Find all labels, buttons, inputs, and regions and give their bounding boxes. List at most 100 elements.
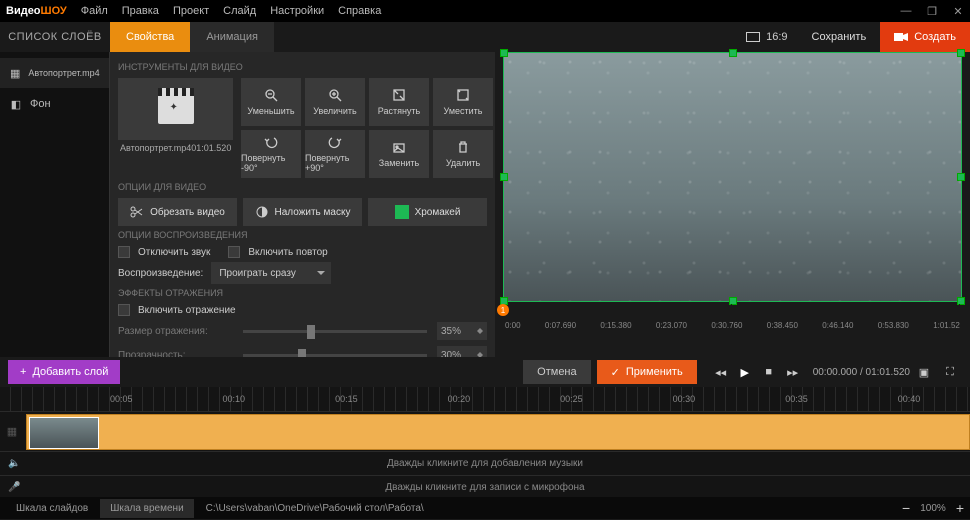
clip-thumb bbox=[29, 417, 99, 449]
mute-label: Отключить звук bbox=[138, 247, 210, 258]
zoom-out-icon bbox=[264, 88, 278, 102]
tick-label: 0:07.690 bbox=[545, 321, 576, 330]
rotate-left-button[interactable]: Повернуть -90° bbox=[241, 130, 301, 178]
fit-button[interactable]: Уместить bbox=[433, 78, 493, 126]
tab-time-scale[interactable]: Шкала времени bbox=[100, 499, 193, 518]
clip-name: Автопортрет.mp4 bbox=[120, 143, 191, 153]
app-logo: ВидеоШОУ bbox=[6, 5, 67, 17]
tab-animation[interactable]: Анимация bbox=[190, 22, 274, 52]
loop-checkbox[interactable] bbox=[228, 246, 240, 258]
tick-label: 0:38.450 bbox=[767, 321, 798, 330]
mute-checkbox[interactable] bbox=[118, 246, 130, 258]
preview-time-ruler[interactable]: 1 0:00 0:07.690 0:15.380 0:23.070 0:30.7… bbox=[503, 304, 962, 340]
aspect-label: 16:9 bbox=[766, 31, 787, 43]
save-button[interactable]: Сохранить bbox=[798, 22, 881, 52]
tick-label: 0:00 bbox=[505, 321, 521, 330]
ruler-label: 00:20 bbox=[448, 394, 471, 404]
preview-panel: 1 0:00 0:07.690 0:15.380 0:23.070 0:30.7… bbox=[495, 52, 970, 357]
add-layer-button[interactable]: +Добавить слой bbox=[8, 360, 120, 384]
clip-thumbnail bbox=[118, 78, 233, 140]
selection-handle[interactable] bbox=[729, 49, 737, 57]
stretch-icon bbox=[392, 88, 406, 102]
tick-label: 0:23.070 bbox=[656, 321, 687, 330]
opacity-slider[interactable] bbox=[243, 354, 427, 357]
project-path: C:\Users\vaban\OneDrive\Рабочий стол\Раб… bbox=[196, 503, 900, 514]
menu-settings[interactable]: Настройки bbox=[270, 5, 324, 17]
speaker-icon: 🔈 bbox=[8, 458, 20, 469]
video-track-icon: ▦ bbox=[0, 425, 24, 438]
preview-canvas[interactable] bbox=[503, 52, 962, 302]
cancel-button[interactable]: Отмена bbox=[523, 360, 590, 384]
section-tools-title: ИНСТРУМЕНТЫ ДЛЯ ВИДЕО bbox=[118, 62, 487, 72]
close-icon[interactable]: ✕ bbox=[952, 5, 964, 17]
ruler-label: 00:25 bbox=[560, 394, 583, 404]
aspect-ratio[interactable]: 16:9 bbox=[736, 22, 797, 52]
mask-button[interactable]: Наложить маску bbox=[243, 198, 362, 226]
rotate-left-icon bbox=[264, 135, 278, 149]
stretch-button[interactable]: Растянуть bbox=[369, 78, 429, 126]
section-playback-title: ОПЦИИ ВОСПРОИЗВЕДЕНИЯ bbox=[118, 230, 487, 240]
maximize-icon[interactable]: ❐ bbox=[926, 5, 938, 17]
zoom-in-icon bbox=[328, 88, 342, 102]
playback-label: Воспроизведение: bbox=[118, 268, 203, 279]
menubar: ВидеоШОУ Файл Правка Проект Слайд Настро… bbox=[0, 0, 970, 22]
menu-file[interactable]: Файл bbox=[81, 5, 108, 17]
tick-label: 0:15.380 bbox=[600, 321, 631, 330]
action-bar: +Добавить слой Отмена ✓Применить ◂◂ ▶ ■ … bbox=[0, 357, 970, 387]
tab-properties[interactable]: Свойства bbox=[110, 22, 190, 52]
snapshot-icon[interactable]: ▣ bbox=[916, 364, 932, 380]
menu-help[interactable]: Справка bbox=[338, 5, 381, 17]
playhead-marker[interactable]: 1 bbox=[497, 304, 509, 316]
selection-handle[interactable] bbox=[500, 173, 508, 181]
create-label: Создать bbox=[914, 31, 956, 43]
play-button[interactable]: ▶ bbox=[737, 364, 753, 380]
rotate-right-button[interactable]: Повернуть +90° bbox=[305, 130, 365, 178]
menu-project[interactable]: Проект bbox=[173, 5, 209, 17]
music-track-hint[interactable]: 🔈 Дважды кликните для добавления музыки bbox=[0, 451, 970, 475]
trash-icon bbox=[456, 140, 470, 154]
stop-button[interactable]: ■ bbox=[761, 364, 777, 380]
chroma-button[interactable]: Хромакей bbox=[368, 198, 487, 226]
next-frame-button[interactable]: ▸▸ bbox=[785, 364, 801, 380]
minimize-icon[interactable]: — bbox=[900, 5, 912, 17]
zoom-in-button[interactable]: Увеличить bbox=[305, 78, 365, 126]
layer-item-video[interactable]: ▦ Автопортрет.mp4 bbox=[0, 58, 109, 88]
footer: Шкала слайдов Шкала времени C:\Users\vab… bbox=[0, 497, 970, 519]
create-button[interactable]: Создать bbox=[880, 22, 970, 52]
menu-slide[interactable]: Слайд bbox=[223, 5, 256, 17]
delete-button[interactable]: Удалить bbox=[433, 130, 493, 178]
playback-select[interactable]: Проиграть сразу bbox=[211, 262, 331, 284]
scissors-icon bbox=[130, 205, 144, 219]
menu-edit[interactable]: Правка bbox=[122, 5, 159, 17]
apply-button[interactable]: ✓Применить bbox=[597, 360, 697, 384]
tick-label: 0:46.140 bbox=[822, 321, 853, 330]
properties-panel: ИНСТРУМЕНТЫ ДЛЯ ВИДЕО Автопортрет.mp4 01… bbox=[110, 52, 495, 357]
fullscreen-icon[interactable]: ⛶ bbox=[942, 364, 958, 380]
reflect-size-value[interactable]: 35% bbox=[437, 322, 487, 340]
selection-handle[interactable] bbox=[957, 49, 965, 57]
ruler-label: 00:15 bbox=[335, 394, 358, 404]
chroma-swatch-icon bbox=[395, 205, 409, 219]
crop-button[interactable]: Обрезать видео bbox=[118, 198, 237, 226]
layers-panel: ▦ Автопортрет.mp4 ◧ Фон bbox=[0, 52, 110, 357]
reflect-label: Включить отражение bbox=[138, 305, 236, 316]
timeline-ruler[interactable]: 00:05 00:10 00:15 00:20 00:25 00:30 00:3… bbox=[0, 387, 970, 411]
opacity-value[interactable]: 30% bbox=[437, 346, 487, 357]
reflect-checkbox[interactable] bbox=[118, 304, 130, 316]
selection-handle[interactable] bbox=[500, 49, 508, 57]
replace-button[interactable]: Заменить bbox=[369, 130, 429, 178]
selection-handle[interactable] bbox=[957, 173, 965, 181]
zoom-out-footer[interactable]: − bbox=[902, 500, 910, 516]
zoom-in-footer[interactable]: + bbox=[956, 500, 964, 516]
clip-duration: 01:01.520 bbox=[191, 143, 231, 153]
video-track[interactable]: ▦ bbox=[0, 411, 970, 451]
video-clip[interactable] bbox=[26, 414, 970, 450]
plus-icon: + bbox=[20, 366, 26, 378]
mic-track-hint[interactable]: 🎤 Дважды кликните для записи с микрофона bbox=[0, 475, 970, 499]
zoom-value: 100% bbox=[920, 503, 946, 514]
prev-frame-button[interactable]: ◂◂ bbox=[713, 364, 729, 380]
zoom-out-button[interactable]: Уменьшить bbox=[241, 78, 301, 126]
tab-slide-scale[interactable]: Шкала слайдов bbox=[6, 499, 98, 518]
reflect-size-slider[interactable] bbox=[243, 330, 427, 333]
layer-item-background[interactable]: ◧ Фон bbox=[0, 88, 109, 120]
